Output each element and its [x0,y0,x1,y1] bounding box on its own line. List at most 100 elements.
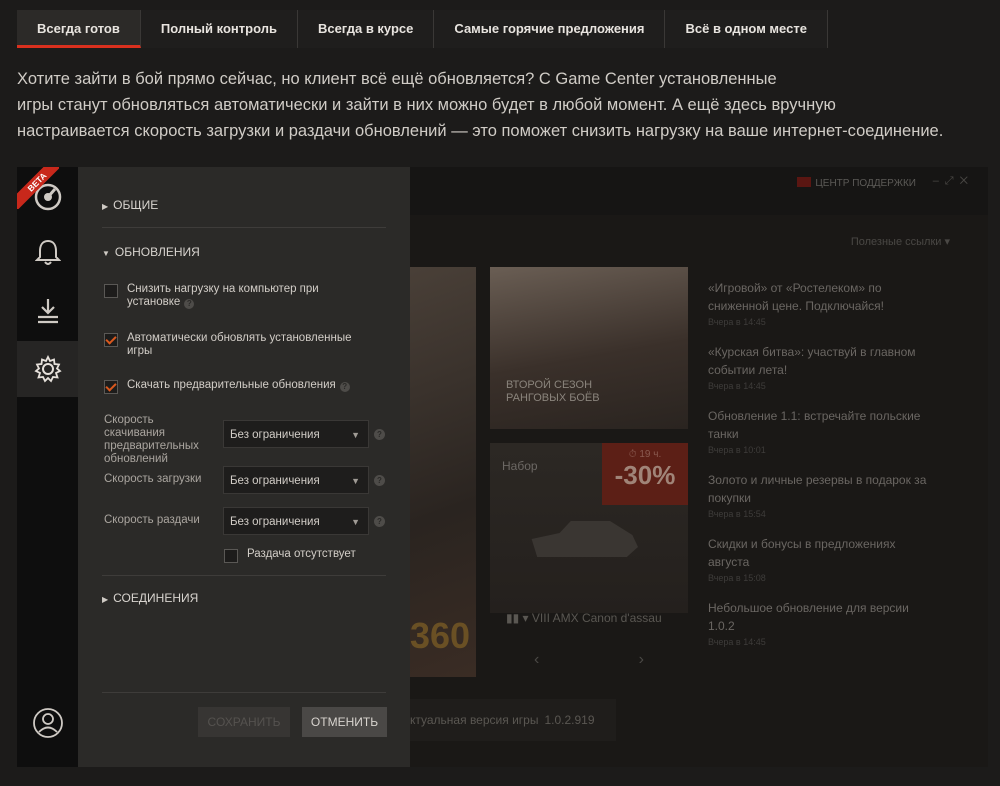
settings-panel: ▶ ОБЩИЕ ▼ ОБНОВЛЕНИЯ Снизить нагрузку на к… [78,167,410,767]
pre-download-checkbox[interactable] [104,380,118,394]
news-date: Вчера в 14:45 [708,381,766,391]
carousel-arrows: ‹ › [534,651,644,669]
offer-set-label: Набор [502,459,538,473]
icon-rail: BETA [17,167,78,767]
news-date: Вчера в 15:08 [708,573,766,583]
discount-badge: ⏱ 19 ч. -30% [602,443,688,505]
news-title: Небольшое обновление для версии 1.0.2 [708,601,909,633]
divider [102,692,386,693]
news-title: Обновление 1.1: встречайте польские танк… [708,409,921,441]
support-center-link[interactable]: ЦЕНТР ПОДДЕРЖКИ [797,177,916,189]
no-seed-checkbox[interactable] [224,549,238,563]
beta-ribbon: BETA [17,167,59,209]
section-general[interactable]: ▶ ОБЩИЕ [102,198,158,212]
dl-speed-label: Скорость загрузки [104,473,202,485]
intro-line: игры станут обновляться автоматически и … [17,96,836,114]
dl-speed-select[interactable]: Без ограничения ▼ [223,466,369,494]
flag-icon: ▮▮ [506,611,520,625]
seed-speed-value: Без ограничения [230,516,320,528]
reduce-load-label: Снизить нагрузку на компьютер при устано… [127,283,319,308]
tab-all-in-one[interactable]: Всё в одном месте [665,10,828,48]
help-icon[interactable]: ? [374,475,385,486]
chevron-right-icon[interactable]: › [639,651,644,669]
chevron-left-icon[interactable]: ‹ [534,651,539,669]
discount-value: -30% [614,460,676,490]
beta-label: BETA [17,167,59,209]
download-icon[interactable] [17,283,78,339]
tab-full-control[interactable]: Полный контроль [140,10,298,48]
save-button[interactable]: СОХРАНИТЬ [198,707,290,737]
news-list: «Игровой» от «Ростелеком» по сниженной ц… [708,279,928,663]
offer-card[interactable]: Набор ⏱ 19 ч. -30% [490,443,688,613]
triangle-right-icon: ▶ [102,595,109,604]
pre-speed-select[interactable]: Без ограничения ▼ [223,420,369,448]
chevron-down-icon: ▼ [351,517,360,527]
pre-download-label: Скачать предварительные обновления [127,379,336,391]
news-item[interactable]: Золото и личные резервы в подарок за пок… [708,471,928,519]
section-updates[interactable]: ▼ ОБНОВЛЕНИЯ [102,245,200,259]
card-caption: ВТОРОЙ СЕЗОН [506,379,593,391]
useful-links-dropdown[interactable]: Полезные ссылки ▾ [851,235,950,248]
discount-time: 19 ч. [639,449,662,460]
help-icon[interactable]: ? [374,429,385,440]
news-date: Вчера в 14:45 [708,637,766,647]
divider [102,227,386,228]
intro-line: Хотите зайти в бой прямо сейчас, но клие… [17,70,777,88]
news-item[interactable]: «Курская битва»: участвуй в главном собы… [708,343,928,391]
news-date: Вчера в 15:54 [708,509,766,519]
section-label: ОБНОВЛЕНИЯ [114,245,200,259]
reduce-load-checkbox[interactable] [104,284,118,298]
pre-speed-value: Без ограничения [230,429,320,441]
gear-icon[interactable] [17,341,78,397]
seed-speed-label: Скорость раздачи [104,514,200,526]
auto-update-label: Автоматически обновлять установленные иг… [127,332,352,357]
no-seed-label: Раздача отсутствует [247,548,356,560]
news-title: «Курская битва»: участвуй в главном собы… [708,345,916,377]
triangle-down-icon: ▼ [102,249,110,258]
pre-speed-label: Скорость скачивания предварительных обно… [104,414,199,465]
tank-image [531,521,638,557]
section-connections[interactable]: ▶ СОЕДИНЕНИЯ [102,591,198,605]
section-label: ОБЩИЕ [113,198,159,212]
badge-360: 360 [410,615,471,656]
triangle-right-icon: ▶ [102,202,109,211]
news-date: Вчера в 14:45 [708,317,766,327]
intro-line: настраивается скорость загрузки и раздач… [17,122,944,140]
help-icon[interactable]: ? [374,516,385,527]
vehicle-label: VIII AMX Canon d'assau [531,611,662,625]
bell-icon[interactable] [17,224,78,280]
chevron-down-icon: ▼ [351,476,360,486]
reduce-load-option: Снизить нагрузку на компьютер при устано… [104,283,337,309]
auto-update-checkbox[interactable] [104,333,118,347]
tab-always-informed[interactable]: Всегда в курсе [297,10,435,48]
help-icon[interactable]: ? [184,299,195,309]
auto-update-option: Автоматически обновлять установленные иг… [104,332,367,358]
help-icon[interactable]: ? [339,382,350,392]
dl-speed-value: Без ограничения [230,475,320,487]
vehicle-name: ▮▮ ▾ VIII AMX Canon d'assau [506,611,662,625]
ranked-season-card[interactable]: ВТОРОЙ СЕЗОН РАНГОВЫХ БОЁВ [490,267,688,429]
tab-hot-offers[interactable]: Самые горячие предложения [434,10,666,48]
news-title: «Игровой» от «Ростелеком» по сниженной ц… [708,281,884,313]
tab-always-ready[interactable]: Всегда готов [17,10,141,48]
news-title: Золото и личные резервы в подарок за пок… [708,473,927,505]
cancel-button[interactable]: ОТМЕНИТЬ [302,707,387,737]
version-number: 1.0.2.919 [544,713,595,727]
window-controls[interactable]: –⤢✕ [933,175,974,188]
version-label: ктуальная версия игры [410,713,539,727]
news-item[interactable]: Обновление 1.1: встречайте польские танк… [708,407,928,455]
news-item[interactable]: Скидки и бонусы в предложениях августа Вч… [708,535,928,583]
section-label: СОЕДИНЕНИЯ [113,591,199,605]
news-date: Вчера в 10:01 [708,445,766,455]
news-item[interactable]: «Игровой» от «Ростелеком» по сниженной ц… [708,279,928,327]
divider [102,575,386,576]
no-seed-option: Раздача отсутствует [224,548,356,563]
clock-icon: ⏱ [628,449,637,460]
intro-text: Хотите зайти в бой прямо сейчас, но клие… [17,66,992,144]
seed-speed-select[interactable]: Без ограничения ▼ [223,507,369,535]
feature-tabs: Всегда готов Полный контроль Всегда в ку… [17,10,828,48]
news-title: Скидки и бонусы в предложениях августа [708,537,896,569]
card-caption: РАНГОВЫХ БОЁВ [506,392,600,404]
user-icon[interactable] [17,695,78,751]
news-item[interactable]: Небольшое обновление для версии 1.0.2 Вче… [708,599,928,647]
